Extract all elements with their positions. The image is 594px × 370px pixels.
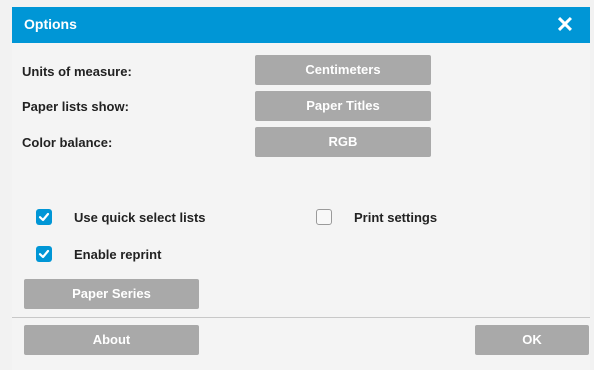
dialog-title: Options: [24, 16, 77, 32]
close-icon[interactable]: ✕: [550, 10, 580, 40]
quick-select-checkbox[interactable]: [36, 209, 52, 225]
units-of-measure-button[interactable]: Centimeters: [255, 55, 431, 85]
quick-select-label: Use quick select lists: [74, 210, 206, 225]
options-dialog: Options ✕ Units of measure: Centimeters …: [0, 0, 594, 370]
enable-reprint-checkbox[interactable]: [36, 246, 52, 262]
print-settings-label: Print settings: [354, 210, 438, 225]
paper-lists-show-button[interactable]: Paper Titles: [255, 91, 431, 121]
checkmark-icon: [38, 212, 50, 222]
footer-divider: [12, 317, 590, 318]
title-bar: Options ✕: [12, 7, 590, 43]
print-settings-checkbox[interactable]: [316, 209, 332, 225]
units-of-measure-label: Units of measure:: [22, 64, 132, 79]
about-button[interactable]: About: [24, 325, 199, 355]
enable-reprint-label: Enable reprint: [74, 247, 162, 262]
paper-series-button[interactable]: Paper Series: [24, 279, 199, 309]
color-balance-button[interactable]: RGB: [255, 127, 431, 157]
ok-button[interactable]: OK: [475, 325, 589, 355]
color-balance-label: Color balance:: [22, 135, 113, 150]
paper-lists-show-label: Paper lists show:: [22, 99, 129, 114]
checkmark-icon: [38, 249, 50, 259]
dialog-body: Units of measure: Centimeters Paper list…: [12, 43, 590, 370]
